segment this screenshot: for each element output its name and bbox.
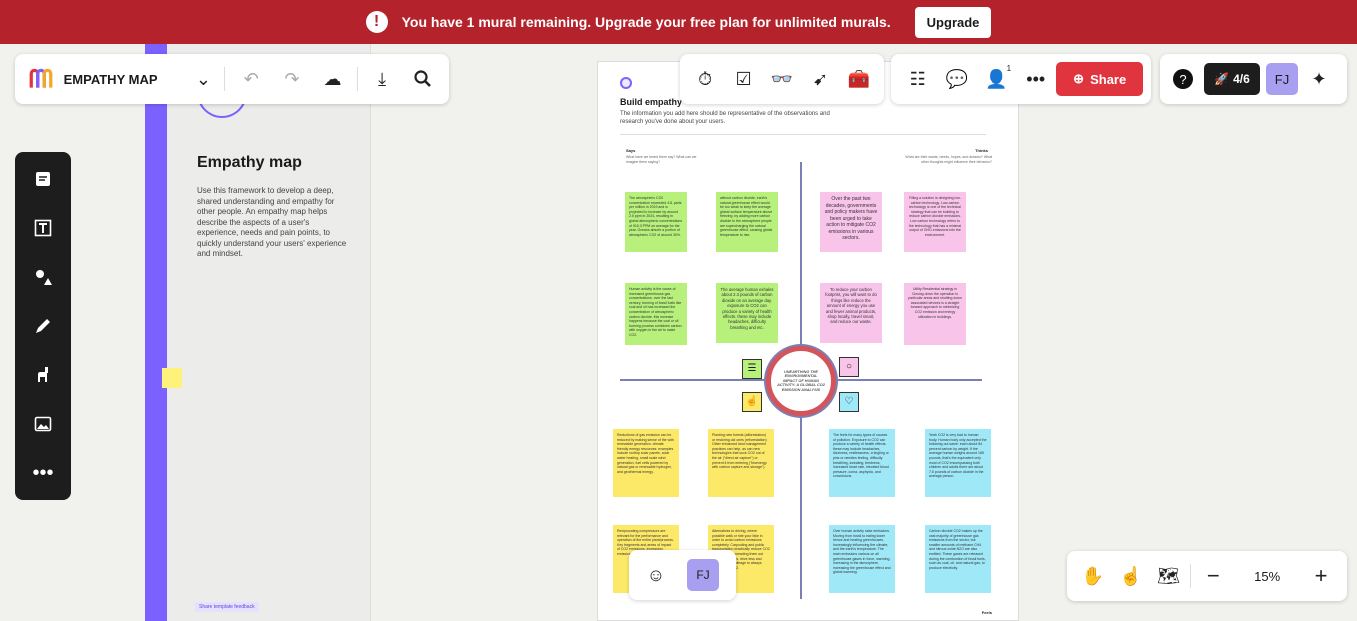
hand-tool-icon[interactable]: ✋ <box>1075 557 1111 595</box>
zoom-level[interactable]: 15% <box>1233 569 1301 584</box>
text-icon[interactable] <box>24 209 62 247</box>
sticky-note[interactable]: without carbon dioxide, earth's natural … <box>716 192 778 252</box>
sticky-note[interactable]: Over human activity raise emissions. Mov… <box>829 525 895 593</box>
sticky-note[interactable]: The average human exhales about 2.3 poun… <box>716 283 778 343</box>
upgrade-banner: ! You have 1 mural remaining. Upgrade yo… <box>0 0 1357 44</box>
sticky-note-icon[interactable] <box>24 160 62 198</box>
download-icon[interactable]: ⤓ <box>364 60 401 98</box>
onboarding-progress[interactable]: 🚀 4/6 <box>1204 63 1260 95</box>
board-title: Build empathy <box>620 97 683 107</box>
share-label: Share <box>1090 71 1127 87</box>
search-icon[interactable] <box>404 60 441 98</box>
board-subtitle: The information you add here should be r… <box>620 111 830 125</box>
feels-label: Feels <box>981 610 992 615</box>
left-toolbar: ••• <box>15 152 71 500</box>
board-logo-icon <box>620 77 632 89</box>
alert-icon: ! <box>365 11 388 33</box>
sticky-note[interactable]: Carbon dioxide CO2 makes up the vast maj… <box>925 525 991 593</box>
sticky-note[interactable]: To reduce your carbon footprint, you wil… <box>820 283 882 343</box>
says-hint: What have we heard them say? What can we… <box>626 155 697 164</box>
rocket-icon: 🚀 <box>1214 72 1230 86</box>
members-icon[interactable]: 👤 1 <box>978 60 1015 98</box>
sticky-note[interactable]: Reductions of gas emission can be reduce… <box>613 429 679 497</box>
more-options-icon[interactable]: ••• <box>1017 60 1054 98</box>
help-bar: ? 🚀 4/6 FJ ✦ <box>1160 54 1347 104</box>
divider <box>223 67 225 91</box>
divider <box>620 134 986 135</box>
template-description: Use this framework to develop a deep, sh… <box>197 186 347 258</box>
sticky-note[interactable]: Human activity is the cause of increased… <box>625 283 687 345</box>
add-user-icon: ⊕ <box>1073 71 1085 86</box>
thinks-icon: ○ <box>839 357 859 377</box>
user-avatar[interactable]: FJ <box>1266 63 1298 95</box>
sticky-note[interactable]: Over the past two decades, governments a… <box>820 192 882 252</box>
upgrade-button[interactable]: Upgrade <box>914 6 992 38</box>
sticky-note[interactable]: Planting new forests (afforestation) or … <box>708 429 774 497</box>
reactions-bar: ☺ FJ <box>629 550 736 600</box>
emoji-icon[interactable]: ☺ <box>637 556 675 594</box>
sticky-note[interactable]: The atmospheric CO2 concentration exceed… <box>625 192 687 252</box>
center-topic-text: UNEARTHING THE ENVIRONMENTAL IMPACT OF H… <box>777 369 825 392</box>
comments-icon[interactable]: 💬 <box>938 60 975 98</box>
canvas[interactable]: Empathy map Use this framework to develo… <box>0 44 1357 621</box>
thinks-hint: What are their wants, needs, hopes, and … <box>905 155 992 164</box>
sticky-note[interactable]: Utility Residential strategy in Closing … <box>904 283 966 345</box>
shapes-icon[interactable] <box>24 258 62 296</box>
private-mode-icon[interactable]: 👓 <box>763 60 801 98</box>
undo-icon[interactable]: ↶ <box>233 60 270 98</box>
facilitation-toolbar: ⏱ ☑ 👓 ➹ 🧰 <box>680 54 884 104</box>
zoom-in-icon[interactable]: + <box>1303 557 1339 595</box>
map-icon[interactable]: 🗺 <box>1151 557 1187 595</box>
template-feedback-link[interactable]: Share template feedback <box>195 602 259 612</box>
more-icon[interactable]: ••• <box>24 454 62 492</box>
voting-icon[interactable]: ☑ <box>725 60 763 98</box>
mural-header: EMPATHY MAP ⌄ ↶ ↷ ☁ ⤓ <box>15 54 449 104</box>
zoom-bar: ✋ ☝ 🗺 − 15% + <box>1067 551 1347 601</box>
does-icon: ☝ <box>742 392 762 412</box>
feels-icon: ♡ <box>839 392 859 412</box>
redo-icon[interactable]: ↷ <box>274 60 311 98</box>
ai-sparkle-icon[interactable]: ✦ <box>1304 60 1334 98</box>
timer-icon[interactable]: ⏱ <box>686 60 724 98</box>
cloud-saved-icon[interactable]: ☁ <box>314 60 351 98</box>
empathy-board[interactable]: Build empathy The information you add he… <box>597 61 1019 621</box>
mural-title[interactable]: EMPATHY MAP <box>64 72 187 87</box>
template-panel: Empathy map Use this framework to develo… <box>167 44 371 621</box>
divider <box>1190 564 1192 588</box>
chevron-down-icon[interactable]: ⌄ <box>191 60 216 98</box>
thinks-label: Thinks <box>975 148 988 153</box>
mural-logo-icon[interactable] <box>23 60 60 98</box>
divider <box>356 67 358 91</box>
touch-select-icon[interactable]: ☝ <box>1113 557 1149 595</box>
sticky-note[interactable]: Filling a solution is designing low-carb… <box>904 192 966 252</box>
help-icon[interactable]: ? <box>1168 60 1198 98</box>
zoom-out-icon[interactable]: − <box>1195 557 1231 595</box>
members-count: 1 <box>1006 64 1012 73</box>
progress-label: 4/6 <box>1233 72 1250 86</box>
sticky-note[interactable]: Yeah CO2 is very bad to human body. Huma… <box>925 429 991 497</box>
says-label: Says <box>626 148 636 153</box>
template-title: Empathy map <box>197 154 302 171</box>
pen-icon[interactable] <box>24 307 62 345</box>
sticky-note-marker[interactable] <box>162 368 182 388</box>
center-topic[interactable]: UNEARTHING THE ENVIRONMENTAL IMPACT OF H… <box>766 346 836 416</box>
template-stripe <box>145 44 167 621</box>
says-icon: ☰ <box>742 359 762 379</box>
image-icon[interactable] <box>24 405 62 443</box>
user-avatar[interactable]: FJ <box>687 559 719 591</box>
banner-message: You have 1 mural remaining. Upgrade your… <box>401 14 891 30</box>
llama-icon[interactable] <box>24 356 62 394</box>
toolkit-icon[interactable]: 🧰 <box>840 60 878 98</box>
sticky-note[interactable]: The feels for many types of causes of po… <box>829 429 895 497</box>
laser-pointer-icon[interactable]: ➹ <box>801 60 839 98</box>
outline-icon[interactable]: ☷ <box>899 60 936 98</box>
share-button[interactable]: ⊕ Share <box>1056 62 1143 96</box>
collaboration-bar: ☷ 💬 👤 1 ••• ⊕ Share <box>891 54 1151 104</box>
